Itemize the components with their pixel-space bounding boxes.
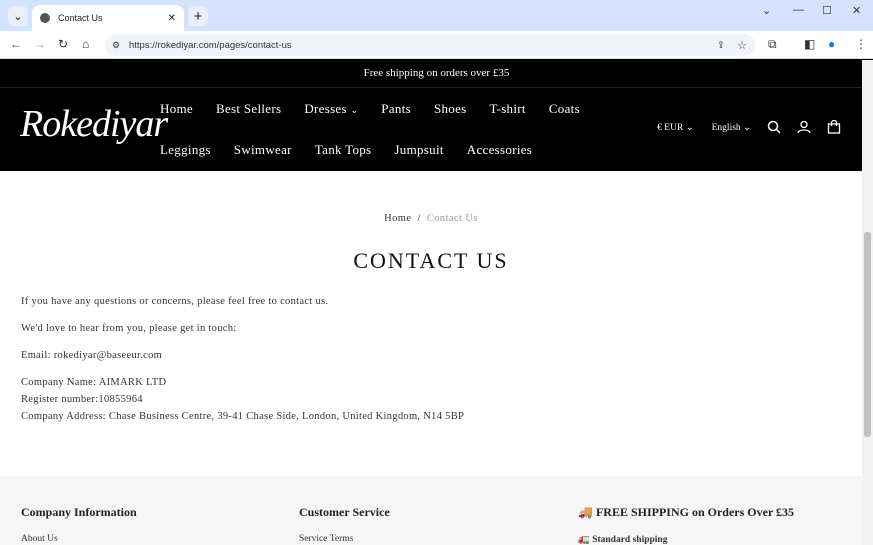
nav-best-sellers[interactable]: Best Sellers	[216, 101, 281, 117]
site-info-icon[interactable]: ⚙	[112, 40, 120, 51]
home-icon[interactable]: ⌂	[82, 37, 89, 51]
tab-title: Contact Us	[58, 13, 103, 23]
nav-shoes[interactable]: Shoes	[434, 101, 467, 117]
scrollbar-thumb[interactable]	[864, 232, 871, 437]
nav-pants[interactable]: Pants	[381, 101, 411, 117]
footer-company-info-title: Company Information	[21, 505, 137, 519]
footer-standard-shipping-link[interactable]: 🚛 Standard shipping	[578, 534, 667, 545]
company-address-text: Company Address: Chase Business Centre, …	[21, 411, 465, 422]
nav-leggings[interactable]: Leggings	[160, 142, 211, 158]
browser-toolbar: ← → ↻ ⌂ ⚙ https://rokediyar.com/pages/co…	[0, 31, 873, 59]
footer-service-terms-link[interactable]: Service Terms	[299, 534, 353, 544]
tab-list-chevron-icon[interactable]: ⌄	[762, 4, 771, 17]
footer-customer-service-title: Customer Service	[299, 505, 390, 519]
back-icon[interactable]: ←	[10, 37, 22, 51]
email-text: Email: rokediyar@baseeur.com	[21, 350, 163, 361]
maximize-icon[interactable]: ☐	[822, 4, 832, 17]
footer: Company Information About Us Customer Se…	[0, 476, 862, 545]
reload-icon[interactable]: ↻	[58, 37, 68, 51]
company-name-text: Company Name: AIMARK LTD	[21, 377, 167, 388]
currency-label: € EUR	[657, 122, 684, 133]
language-selector[interactable]: English ⌄	[712, 122, 751, 133]
nav-dresses[interactable]: Dresses ⌄	[304, 101, 358, 117]
breadcrumb-separator: /	[417, 213, 421, 224]
side-panel-icon[interactable]: ◧	[804, 37, 815, 51]
footer-about-us-link[interactable]: About Us	[21, 534, 58, 544]
browser-tab-bar: ⌄ Contact Us ✕ + ⌄ — ☐ ✕	[0, 0, 873, 31]
nav-coats[interactable]: Coats	[549, 101, 580, 117]
address-bar[interactable]: ⚙ https://rokediyar.com/pages/contact-us…	[105, 34, 755, 56]
footer-free-shipping-title: 🚚 FREE SHIPPING on Orders Over £35	[578, 505, 795, 519]
cart-bag-icon[interactable]	[827, 120, 841, 134]
nav-accessories[interactable]: Accessories	[467, 142, 532, 158]
header-actions: € EUR ⌄ English ⌄	[657, 120, 841, 134]
nav-dresses-label: Dresses	[304, 101, 347, 116]
chevron-down-icon: ⌄	[350, 105, 359, 115]
globe-icon	[40, 13, 50, 23]
breadcrumb-home[interactable]: Home	[384, 213, 411, 224]
share-icon[interactable]: ⇪	[717, 40, 725, 51]
menu-kebab-icon[interactable]: ⋮	[855, 37, 867, 51]
new-tab-button[interactable]: +	[188, 6, 208, 26]
nav-jumpsuit[interactable]: Jumpsuit	[394, 142, 443, 158]
bookmark-star-icon[interactable]: ☆	[737, 39, 747, 52]
minimize-icon[interactable]: —	[793, 4, 804, 16]
account-icon[interactable]	[797, 120, 811, 134]
forward-icon[interactable]: →	[34, 37, 46, 51]
register-number-text: Register number:10855964	[21, 394, 143, 405]
announcement-bar: Free shipping on orders over £35	[0, 59, 873, 88]
search-icon[interactable]	[767, 120, 781, 134]
main-menu-row2: Leggings Swimwear Tank Tops Jumpsuit Acc…	[160, 142, 532, 158]
currency-selector[interactable]: € EUR ⌄	[657, 122, 693, 133]
nav-tshirt[interactable]: T-shirt	[490, 101, 526, 117]
page-scrollbar[interactable]	[862, 60, 873, 545]
browser-tab[interactable]: Contact Us ✕	[32, 5, 184, 31]
logo[interactable]: Rokediyar	[20, 102, 168, 146]
site-header: Rokediyar Home Best Sellers Dresses ⌄ Pa…	[0, 88, 873, 171]
page-title: CONTACT US	[353, 248, 509, 273]
tab-search-button[interactable]: ⌄	[8, 6, 28, 26]
get-in-touch-text: We'd love to hear from you, please get i…	[21, 323, 237, 334]
nav-swimwear[interactable]: Swimwear	[234, 142, 292, 158]
main-menu-row1: Home Best Sellers Dresses ⌄ Pants Shoes …	[160, 101, 580, 117]
close-window-icon[interactable]: ✕	[852, 4, 861, 17]
breadcrumb: Home / Contact Us	[0, 213, 862, 224]
nav-tank-tops[interactable]: Tank Tops	[315, 142, 372, 158]
language-label: English	[711, 122, 741, 133]
url-text: https://rokediyar.com/pages/contact-us	[129, 39, 292, 51]
profile-icon[interactable]: ●	[828, 37, 835, 51]
intro-text: If you have any questions or concerns, p…	[21, 296, 329, 307]
breadcrumb-current: Contact Us	[426, 213, 478, 224]
close-tab-icon[interactable]: ✕	[168, 13, 176, 24]
nav-home[interactable]: Home	[160, 101, 193, 117]
extensions-icon[interactable]: ⧉	[768, 37, 777, 52]
